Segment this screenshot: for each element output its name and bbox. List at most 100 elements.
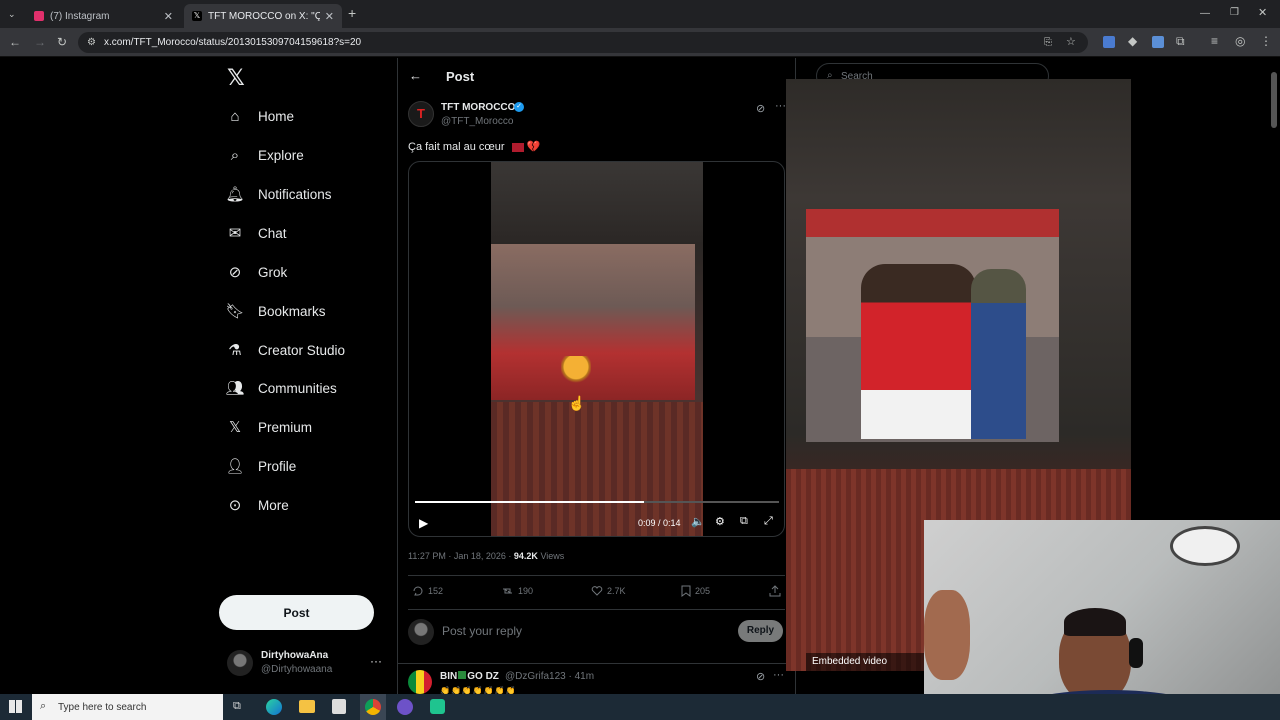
embedded-video-label: Embedded video <box>806 653 926 671</box>
file-explorer-icon[interactable] <box>299 700 315 713</box>
nav-item-label: Profile <box>258 458 297 474</box>
nav-item-explore[interactable]: ⌕ Explore <box>226 143 304 167</box>
back-arrow-icon[interactable]: ← <box>409 68 422 83</box>
media-icon[interactable]: ≡ <box>1211 35 1218 47</box>
nav-item-premium[interactable]: 𝕏 Premium <box>226 415 312 439</box>
bookmark-count: 205 <box>695 586 711 596</box>
nav-item-chat[interactable]: ✉ Chat <box>226 221 287 245</box>
play-icon[interactable]: ▶ <box>419 516 428 530</box>
pip-icon[interactable]: ⧉ <box>740 515 748 528</box>
grok-icon[interactable]: ⊘ <box>756 670 765 683</box>
embedded-video-screen <box>806 209 1059 442</box>
video-frame <box>491 162 703 536</box>
views-label: Views <box>537 551 565 561</box>
divider <box>408 575 785 576</box>
nav-item-bookmarks[interactable]: 🔖︎ Bookmarks <box>225 299 325 323</box>
windows-start-icon[interactable] <box>9 700 22 713</box>
new-tab-icon[interactable]: + <box>348 6 356 20</box>
red-heart-emoji <box>511 142 524 152</box>
tab-x-post[interactable]: 𝕏 TFT MOROCCO on X: "Ça fait m ✕ <box>184 4 342 28</box>
star-icon[interactable]: ☆ <box>1066 36 1076 48</box>
tweet-timestamp[interactable]: 11:27 PM · Jan 18, 2026 · <box>408 551 514 561</box>
menu-icon[interactable]: ⋮ <box>1260 35 1272 47</box>
reply-icon <box>413 586 423 596</box>
people-icon: 👥︎ <box>225 380 245 397</box>
reload-icon[interactable]: ↻ <box>57 36 67 48</box>
close-tab-icon[interactable]: ✕ <box>164 10 173 23</box>
reply-action[interactable]: 152 <box>412 585 443 597</box>
reply-author-name-part1: BIN <box>440 671 458 682</box>
nav-item-more[interactable]: ⊙ More <box>226 493 289 517</box>
author-handle[interactable]: @TFT_Morocco <box>441 116 513 127</box>
nav-item-notifications[interactable]: 🔔︎ Notifications <box>225 182 331 206</box>
more-options-icon[interactable]: ··· <box>773 670 784 681</box>
person-hand <box>924 590 970 680</box>
close-window-icon[interactable]: ✕ <box>1258 7 1267 19</box>
search-icon: ⌕ <box>40 700 47 712</box>
tab-instagram[interactable]: (7) Instagram ✕ <box>26 4 181 28</box>
repost-action[interactable]: 190 <box>501 585 533 597</box>
forward-icon[interactable]: → <box>34 36 46 48</box>
url-text: x.com/TFT_Morocco/status/201301530970415… <box>104 37 362 48</box>
app-icon-teal[interactable] <box>430 699 445 714</box>
nav-item-home[interactable]: ⌂ Home <box>226 104 294 128</box>
account-name: DirtyhowaAna <box>261 650 329 661</box>
reply-item[interactable]: BIN GO DZ @DzGrifa123 · 41m ⊘ ··· 👏👏👏👏👏👏👏 <box>408 670 785 694</box>
task-view-icon[interactable]: ⧉ <box>233 700 241 713</box>
flask-icon: ⚗ <box>228 342 242 359</box>
reply-button[interactable]: Reply <box>738 620 783 642</box>
post-button[interactable]: Post <box>219 595 374 630</box>
tab-list-icon[interactable]: ⌄ <box>8 8 16 20</box>
store-icon[interactable] <box>332 699 346 714</box>
tab-title: (7) Instagram <box>50 10 110 22</box>
settings-icon[interactable]: ⚙ <box>715 515 725 528</box>
edge-icon[interactable] <box>266 699 282 715</box>
share-action[interactable] <box>769 585 785 597</box>
extension-box-icon[interactable] <box>1152 36 1164 48</box>
more-options-icon[interactable]: ··· <box>775 100 786 112</box>
nav-item-profile[interactable]: 👤︎ Profile <box>225 454 297 478</box>
volume-icon[interactable]: 🔈 <box>691 515 705 528</box>
reply-author-avatar <box>408 670 432 694</box>
page-scrollbar[interactable] <box>1270 60 1278 520</box>
minimize-icon[interactable]: — <box>1200 8 1210 20</box>
webcam-overlay <box>924 520 1280 720</box>
extension-translate-icon[interactable] <box>1103 36 1115 48</box>
install-icon[interactable]: ⎘ <box>1044 37 1052 49</box>
author-avatar[interactable]: T <box>408 101 434 127</box>
reply-author-name: BIN GO DZ <box>440 671 499 682</box>
nav-item-communities[interactable]: 👥︎ Communities <box>225 376 336 400</box>
restore-icon[interactable]: ❐ <box>1230 7 1239 19</box>
site-info-icon[interactable]: ⚙ <box>87 37 96 49</box>
nav-item-label: More <box>258 497 289 513</box>
reply-author-name-part2: GO DZ <box>467 671 499 682</box>
grok-icon[interactable]: ⊘ <box>756 102 765 115</box>
grok-icon: ⊘ <box>228 264 242 281</box>
bookmark-action[interactable]: 205 <box>681 585 710 597</box>
scrollbar-thumb[interactable] <box>1271 72 1277 128</box>
headset-icon <box>1129 638 1143 668</box>
x-logo-icon[interactable]: 𝕏 <box>227 66 245 91</box>
account-switcher[interactable]: DirtyhowaAna @Dirtyhowaana ··· <box>227 648 387 680</box>
author-name[interactable]: TFT MOROCCO <box>441 102 515 113</box>
app-icon-purple[interactable] <box>397 699 413 715</box>
reply-emojis: 👏👏👏👏👏👏👏 <box>440 686 517 694</box>
profile-icon[interactable]: ◎ <box>1235 35 1245 47</box>
more-dots-icon[interactable]: ··· <box>370 654 382 668</box>
browser-tab-strip: ⌄ (7) Instagram ✕ 𝕏 TFT MOROCCO on X: "Ç… <box>0 0 1280 28</box>
nav-item-creator-studio[interactable]: ⚗ Creator Studio <box>226 338 345 362</box>
nav-item-grok[interactable]: ⊘ Grok <box>226 260 288 284</box>
video-player[interactable]: ☝ ▶ 0:09 / 0:14 🔈 ⚙ ⧉ ⤢ <box>408 161 785 537</box>
taskbar-search[interactable]: ⌕ Type here to search <box>32 694 223 720</box>
fullscreen-icon[interactable]: ⤢ <box>764 515 773 528</box>
reply-input[interactable]: Post your reply <box>442 624 522 638</box>
x-logo-icon: 𝕏 <box>192 11 202 21</box>
like-action[interactable]: 2.7K <box>591 585 626 597</box>
extension-diamond-icon[interactable]: ◆ <box>1128 35 1137 47</box>
chrome-icon[interactable] <box>360 694 386 720</box>
back-icon[interactable]: ← <box>9 36 21 48</box>
close-tab-icon[interactable]: ✕ <box>325 10 334 23</box>
extensions-icon[interactable]: ⧉ <box>1176 35 1185 47</box>
url-field[interactable]: ⚙ x.com/TFT_Morocco/status/2013015309704… <box>78 32 1088 53</box>
bell-icon: 🔔︎ <box>225 186 245 203</box>
